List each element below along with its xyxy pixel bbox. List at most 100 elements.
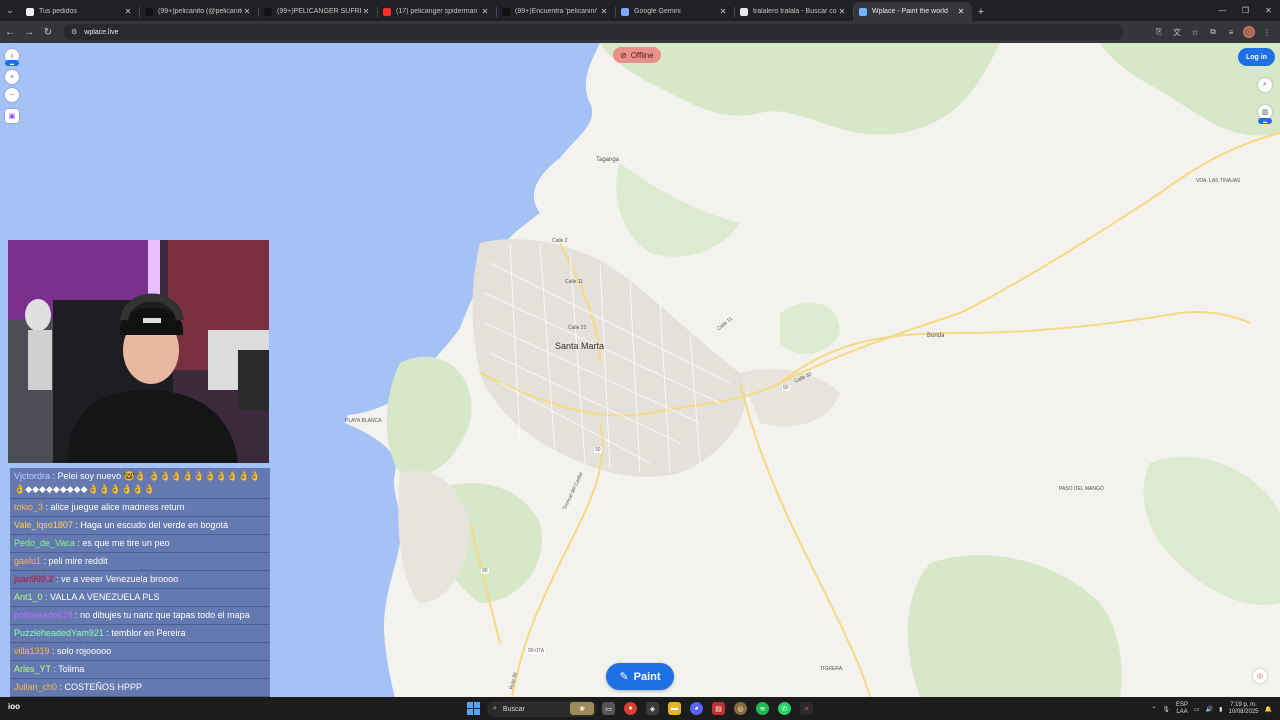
media-icon[interactable]: ≡ bbox=[1224, 23, 1238, 41]
tab-favicon-icon bbox=[26, 7, 34, 16]
close-window-icon[interactable]: ✕ bbox=[1257, 0, 1280, 21]
back-icon[interactable]: ← bbox=[1, 23, 19, 41]
maximize-icon[interactable]: ❐ bbox=[1234, 0, 1257, 21]
browser-tab[interactable]: (17) pelicanger spiderman - Yo✕ bbox=[377, 2, 496, 21]
menu-icon[interactable]: ⋮ bbox=[1260, 23, 1274, 41]
tab-close-icon[interactable]: ✕ bbox=[361, 7, 371, 16]
tab-close-icon[interactable]: ✕ bbox=[837, 7, 847, 16]
chat-separator: : bbox=[53, 574, 62, 584]
chat-username[interactable]: tokio_3 bbox=[14, 502, 43, 512]
green-area bbox=[780, 302, 840, 354]
map-label-paso-mango: PASO DEL MANGO bbox=[1059, 486, 1104, 492]
chat-username[interactable]: Julian_ch0 bbox=[14, 682, 57, 692]
capcut-icon[interactable]: ✕ bbox=[800, 702, 813, 715]
chat-username[interactable]: gaelu1 bbox=[14, 556, 41, 566]
notification-bell-icon[interactable]: 🔔 bbox=[1265, 706, 1272, 713]
discord-icon[interactable]: ◕ bbox=[690, 702, 703, 715]
new-tab-button[interactable]: + bbox=[972, 2, 990, 21]
network-icon[interactable]: ▭ bbox=[1194, 706, 1200, 713]
obs-icon[interactable]: ◎ bbox=[734, 702, 747, 715]
green-area bbox=[616, 163, 740, 257]
chat-username[interactable]: polloasado678 bbox=[14, 610, 73, 620]
spotify-icon[interactable]: ≋ bbox=[756, 702, 769, 715]
tab-title: Wplace - Paint the world bbox=[872, 8, 948, 15]
extensions-icon[interactable]: ⧉ bbox=[1206, 23, 1220, 41]
chat-username[interactable]: villa1319 bbox=[14, 646, 50, 656]
task-view-icon[interactable]: ▭ bbox=[602, 702, 615, 715]
file-explorer-icon[interactable]: ▬ bbox=[668, 702, 681, 715]
map-label-calle-11: Calle 11 bbox=[565, 279, 583, 285]
tab-search-icon[interactable]: ⌄ bbox=[0, 0, 20, 21]
microphone-icon[interactable]: 🎙 bbox=[1162, 706, 1170, 713]
whatsapp-icon[interactable]: ✆ bbox=[778, 702, 791, 715]
news-widget-icon[interactable]: ❀ bbox=[570, 702, 594, 715]
forward-icon[interactable]: → bbox=[20, 23, 38, 41]
bookmark-star-icon[interactable]: ☆ bbox=[1188, 23, 1202, 41]
volume-icon[interactable]: 🔊 bbox=[1206, 706, 1213, 713]
zoom-out-icon[interactable]: − bbox=[5, 88, 19, 102]
tab-close-icon[interactable]: ✕ bbox=[956, 7, 966, 16]
chat-username[interactable]: Ant1_0 bbox=[14, 592, 43, 602]
chat-message: Pedo_de_Vaca : es que me tire un peo bbox=[10, 535, 270, 553]
chat-text: temblor en Pereira bbox=[111, 628, 186, 638]
clock[interactable]: 7:19 p. m. 10/08/2025 bbox=[1228, 702, 1258, 716]
twitch-icon[interactable]: ▣ bbox=[5, 109, 19, 123]
app-icon[interactable]: ◈ bbox=[646, 702, 659, 715]
browser-tab[interactable]: (99+)PELICANGER SUFRE UN D✕ bbox=[258, 2, 377, 21]
chrome-icon[interactable]: ● bbox=[624, 702, 637, 715]
tab-favicon-icon bbox=[383, 7, 391, 16]
toolbar-actions: ⎘ 文 ☆ ⧉ ≡ ⋮ bbox=[1152, 23, 1274, 41]
tab-close-icon[interactable]: ✕ bbox=[480, 7, 490, 16]
site-info-icon[interactable]: ⚙ bbox=[71, 28, 77, 36]
map-viewport[interactable]: Taganga Santa Marta Bonda VDA. LAS TINAJ… bbox=[0, 43, 1280, 697]
widget-logo[interactable]: ioo bbox=[8, 702, 20, 711]
calendar-app-icon[interactable]: ▤ bbox=[712, 702, 725, 715]
browser-tab[interactable]: (99+)Encuentra 'pelicanini' en T✕ bbox=[496, 2, 615, 21]
browser-tab[interactable]: (99+)pelicanito (@pelicanito7) ✕ bbox=[139, 2, 258, 21]
language-indicator[interactable]: ESP LAA bbox=[1176, 702, 1188, 716]
map-label-playa-blanca: PLAYA BLANCA bbox=[345, 418, 382, 424]
tab-favicon-icon bbox=[264, 7, 272, 16]
leaderboard-icon[interactable]: ▥ bbox=[1258, 105, 1272, 119]
webcam-overlay bbox=[8, 240, 269, 463]
tab-close-icon[interactable]: ✕ bbox=[718, 7, 728, 16]
browser-tab[interactable]: Google Gemini ✕ bbox=[615, 2, 734, 21]
chat-username[interactable]: Vjctordra bbox=[14, 471, 50, 481]
profile-avatar[interactable] bbox=[1242, 23, 1256, 41]
map-label-route-90d: 90-07A bbox=[527, 648, 546, 654]
browser-tab[interactable]: Tus pedidos ✕ bbox=[20, 2, 139, 21]
location-icon[interactable]: ◎ bbox=[1253, 669, 1267, 683]
new-badge-icon: ▬ bbox=[5, 60, 19, 66]
chat-username[interactable]: PuzzleheadedYam921 bbox=[14, 628, 104, 638]
chat-message: tokio_3 : alice juegue alice madness ret… bbox=[10, 499, 270, 517]
chat-username[interactable]: Vale_lqso1807 bbox=[14, 520, 73, 530]
address-bar[interactable]: ⚙ wplace.live bbox=[63, 24, 1123, 40]
battery-icon[interactable]: ▮ bbox=[1219, 706, 1222, 713]
chevron-up-icon[interactable]: ⌃ bbox=[1151, 706, 1156, 713]
map-label-calle-22: Calle 22 bbox=[568, 325, 587, 331]
search-icon[interactable]: ⌕ bbox=[1258, 78, 1272, 92]
tab-favicon-icon bbox=[502, 7, 510, 16]
paint-button[interactable]: ✎ Paint bbox=[606, 663, 674, 690]
webcam-image bbox=[8, 240, 269, 463]
chat-separator: : bbox=[57, 682, 65, 692]
windows-start-icon[interactable] bbox=[467, 702, 480, 715]
tab-close-icon[interactable]: ✕ bbox=[599, 7, 609, 16]
tab-close-icon[interactable]: ✕ bbox=[242, 7, 252, 16]
login-button[interactable]: Log in bbox=[1238, 48, 1275, 66]
chat-overlay: Vjctordra : Pelei soy nuevo 🤓👌 👌👌👌👌👌👌👌👌👌… bbox=[10, 468, 270, 697]
install-app-icon[interactable]: ⎘ bbox=[1152, 23, 1166, 41]
chat-username[interactable]: Pedo_de_Vaca bbox=[14, 538, 75, 548]
reload-icon[interactable]: ↻ bbox=[39, 23, 57, 41]
minimize-icon[interactable]: — bbox=[1211, 0, 1234, 21]
tab-title: Tus pedidos bbox=[39, 8, 77, 15]
windows-taskbar: ioo ⌕ Buscar ❀ ▭ ● ◈ ▬ ◕ ▤ ◎ ≋ ✆ ✕ ⌃ 🎙 E… bbox=[0, 697, 1280, 720]
tab-close-icon[interactable]: ✕ bbox=[123, 7, 133, 16]
chat-username[interactable]: juan999.2 bbox=[14, 574, 54, 584]
zoom-in-icon[interactable]: + bbox=[5, 70, 19, 84]
browser-tab[interactable]: Wplace - Paint the world ✕ bbox=[853, 2, 972, 21]
paint-button-label: Paint bbox=[633, 670, 661, 683]
translate-icon[interactable]: 文 bbox=[1170, 23, 1184, 41]
chat-username[interactable]: Arles_YT bbox=[14, 664, 51, 674]
browser-tab[interactable]: tralalero tralala - Buscar con Go✕ bbox=[734, 2, 853, 21]
